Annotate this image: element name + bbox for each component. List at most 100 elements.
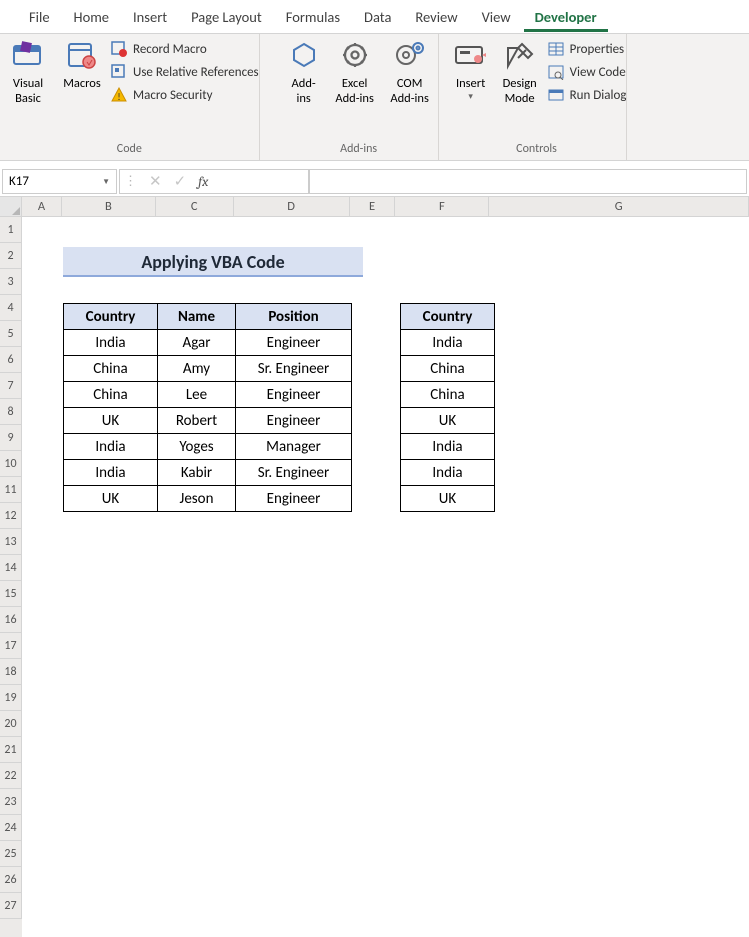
use-relative-references-button[interactable]: Use Relative References bbox=[110, 61, 259, 83]
col-header-e[interactable]: E bbox=[350, 197, 396, 216]
table-row[interactable]: UKJesonEngineer bbox=[64, 486, 352, 512]
row-header-19[interactable]: 19 bbox=[0, 685, 22, 711]
tab-home[interactable]: Home bbox=[63, 2, 120, 32]
cell[interactable]: China bbox=[401, 382, 495, 408]
tab-formulas[interactable]: Formulas bbox=[275, 2, 351, 32]
cell[interactable]: India bbox=[401, 330, 495, 356]
col-header-d[interactable]: D bbox=[234, 197, 350, 216]
table-row[interactable]: UK bbox=[401, 408, 495, 434]
cell[interactable]: India bbox=[64, 434, 158, 460]
tab-developer[interactable]: Developer bbox=[524, 2, 608, 32]
cell[interactable]: Lee bbox=[158, 382, 236, 408]
row-header-17[interactable]: 17 bbox=[0, 633, 22, 659]
table-row[interactable]: China bbox=[401, 356, 495, 382]
table-row[interactable]: IndiaKabirSr. Engineer bbox=[64, 460, 352, 486]
cell[interactable]: China bbox=[64, 382, 158, 408]
row-header-13[interactable]: 13 bbox=[0, 529, 22, 555]
select-all-corner[interactable] bbox=[0, 197, 22, 216]
row-header-26[interactable]: 26 bbox=[0, 867, 22, 893]
cell[interactable]: UK bbox=[401, 486, 495, 512]
table-row[interactable]: China bbox=[401, 382, 495, 408]
col-header-a[interactable]: A bbox=[22, 197, 62, 216]
row-header-24[interactable]: 24 bbox=[0, 815, 22, 841]
cell[interactable]: China bbox=[401, 356, 495, 382]
com-addins-button[interactable]: COM Add-ins bbox=[382, 34, 438, 108]
row-header-15[interactable]: 15 bbox=[0, 581, 22, 607]
row-header-25[interactable]: 25 bbox=[0, 841, 22, 867]
row-header-7[interactable]: 7 bbox=[0, 373, 22, 399]
row-header-27[interactable]: 27 bbox=[0, 893, 22, 919]
insert-control-button[interactable]: Insert ▾ bbox=[447, 34, 495, 104]
row-header-16[interactable]: 16 bbox=[0, 607, 22, 633]
properties-button[interactable]: Properties bbox=[547, 38, 627, 60]
row-header-4[interactable]: 4 bbox=[0, 295, 22, 321]
t1-h1[interactable]: Name bbox=[158, 304, 236, 330]
row-header-1[interactable]: 1 bbox=[0, 217, 22, 243]
table-row[interactable]: ChinaAmySr. Engineer bbox=[64, 356, 352, 382]
cells-area[interactable]: Applying VBA Code Country Name Position … bbox=[22, 217, 749, 937]
row-header-12[interactable]: 12 bbox=[0, 503, 22, 529]
cell[interactable]: UK bbox=[401, 408, 495, 434]
table-row[interactable]: India bbox=[401, 434, 495, 460]
cell[interactable]: Engineer bbox=[236, 330, 352, 356]
row-header-2[interactable]: 2 bbox=[0, 243, 22, 269]
row-header-11[interactable]: 11 bbox=[0, 477, 22, 503]
design-mode-button[interactable]: Design Mode bbox=[495, 34, 545, 108]
tab-page-layout[interactable]: Page Layout bbox=[180, 2, 273, 32]
macros-button[interactable]: Macros bbox=[56, 34, 108, 93]
expand-icon[interactable]: ⋮ bbox=[124, 174, 137, 189]
row-header-9[interactable]: 9 bbox=[0, 425, 22, 451]
col-header-f[interactable]: F bbox=[395, 197, 489, 216]
row-header-14[interactable]: 14 bbox=[0, 555, 22, 581]
cell[interactable]: Kabir bbox=[158, 460, 236, 486]
row-header-22[interactable]: 22 bbox=[0, 763, 22, 789]
row-header-23[interactable]: 23 bbox=[0, 789, 22, 815]
name-box-dropdown-icon[interactable]: ▼ bbox=[102, 177, 110, 187]
cell[interactable]: Agar bbox=[158, 330, 236, 356]
table-row[interactable]: IndiaAgarEngineer bbox=[64, 330, 352, 356]
addins-button[interactable]: Add- ins bbox=[280, 34, 328, 108]
table-row[interactable]: India bbox=[401, 460, 495, 486]
tab-view[interactable]: View bbox=[471, 2, 522, 32]
tab-review[interactable]: Review bbox=[404, 2, 468, 32]
row-header-3[interactable]: 3 bbox=[0, 269, 22, 295]
tab-file[interactable]: File bbox=[18, 2, 61, 32]
table-row[interactable]: ChinaLeeEngineer bbox=[64, 382, 352, 408]
run-dialog-button[interactable]: Run Dialog bbox=[547, 84, 627, 106]
cell[interactable]: Sr. Engineer bbox=[236, 356, 352, 382]
cell[interactable]: China bbox=[64, 356, 158, 382]
cell[interactable]: India bbox=[64, 330, 158, 356]
record-macro-button[interactable]: Record Macro bbox=[110, 38, 259, 60]
excel-addins-button[interactable]: Excel Add-ins bbox=[328, 34, 382, 108]
cell[interactable]: Yoges bbox=[158, 434, 236, 460]
row-header-20[interactable]: 20 bbox=[0, 711, 22, 737]
cell[interactable]: Manager bbox=[236, 434, 352, 460]
cell[interactable]: Amy bbox=[158, 356, 236, 382]
cell[interactable]: Engineer bbox=[236, 486, 352, 512]
row-header-6[interactable]: 6 bbox=[0, 347, 22, 373]
row-header-18[interactable]: 18 bbox=[0, 659, 22, 685]
t1-h0[interactable]: Country bbox=[64, 304, 158, 330]
cancel-formula-icon[interactable]: ✕ bbox=[149, 172, 162, 191]
visual-basic-button[interactable]: Visual Basic bbox=[0, 34, 56, 108]
col-header-g[interactable]: G bbox=[489, 197, 749, 216]
tab-data[interactable]: Data bbox=[353, 2, 402, 32]
table-row[interactable]: UK bbox=[401, 486, 495, 512]
table-row[interactable]: IndiaYogesManager bbox=[64, 434, 352, 460]
row-header-8[interactable]: 8 bbox=[0, 399, 22, 425]
cell[interactable]: India bbox=[64, 460, 158, 486]
t1-h2[interactable]: Position bbox=[236, 304, 352, 330]
name-box[interactable]: K17 ▼ bbox=[2, 169, 117, 194]
enter-formula-icon[interactable]: ✓ bbox=[174, 172, 187, 191]
row-header-5[interactable]: 5 bbox=[0, 321, 22, 347]
cell[interactable]: UK bbox=[64, 486, 158, 512]
view-code-button[interactable]: View Code bbox=[547, 61, 627, 83]
data-table-1[interactable]: Country Name Position IndiaAgarEngineerC… bbox=[63, 303, 352, 512]
table-row[interactable]: UKRobertEngineer bbox=[64, 408, 352, 434]
formula-bar-input[interactable] bbox=[309, 169, 747, 194]
col-header-b[interactable]: B bbox=[62, 197, 156, 216]
title-cell[interactable]: Applying VBA Code bbox=[63, 247, 363, 277]
t2-h0[interactable]: Country bbox=[401, 304, 495, 330]
tab-insert[interactable]: Insert bbox=[122, 2, 178, 32]
cell[interactable]: Jeson bbox=[158, 486, 236, 512]
